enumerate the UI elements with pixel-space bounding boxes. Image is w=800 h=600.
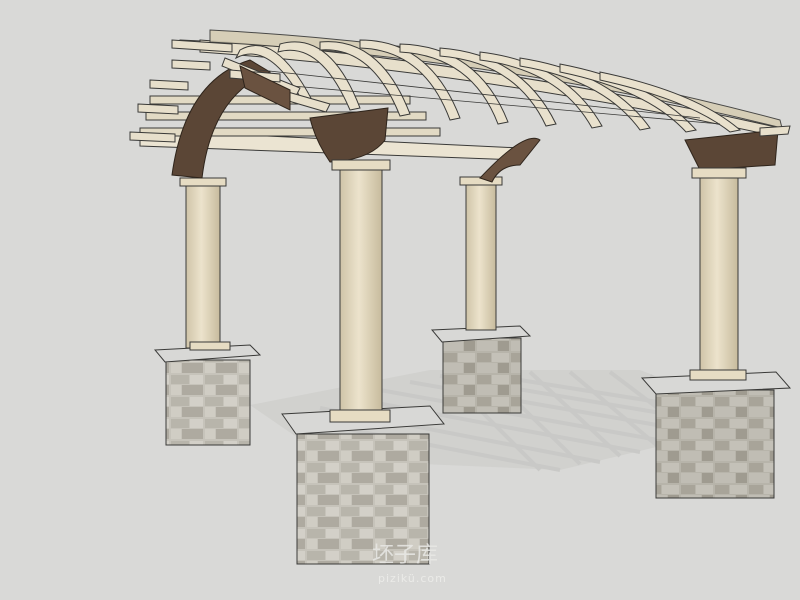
right-dark-beam xyxy=(684,125,791,171)
pier-back-left xyxy=(153,177,262,446)
pier-front-left xyxy=(281,159,445,565)
pier-front-right xyxy=(640,167,792,499)
watermark-sub-text: pizikü.com xyxy=(378,572,447,585)
watermark: 坯子库 pizikü.com xyxy=(372,543,447,585)
watermark-main-text: 坯子库 xyxy=(372,543,438,568)
pier-back-right xyxy=(430,176,532,414)
pergola-scene: 坯子库 pizikü.com xyxy=(129,29,792,585)
